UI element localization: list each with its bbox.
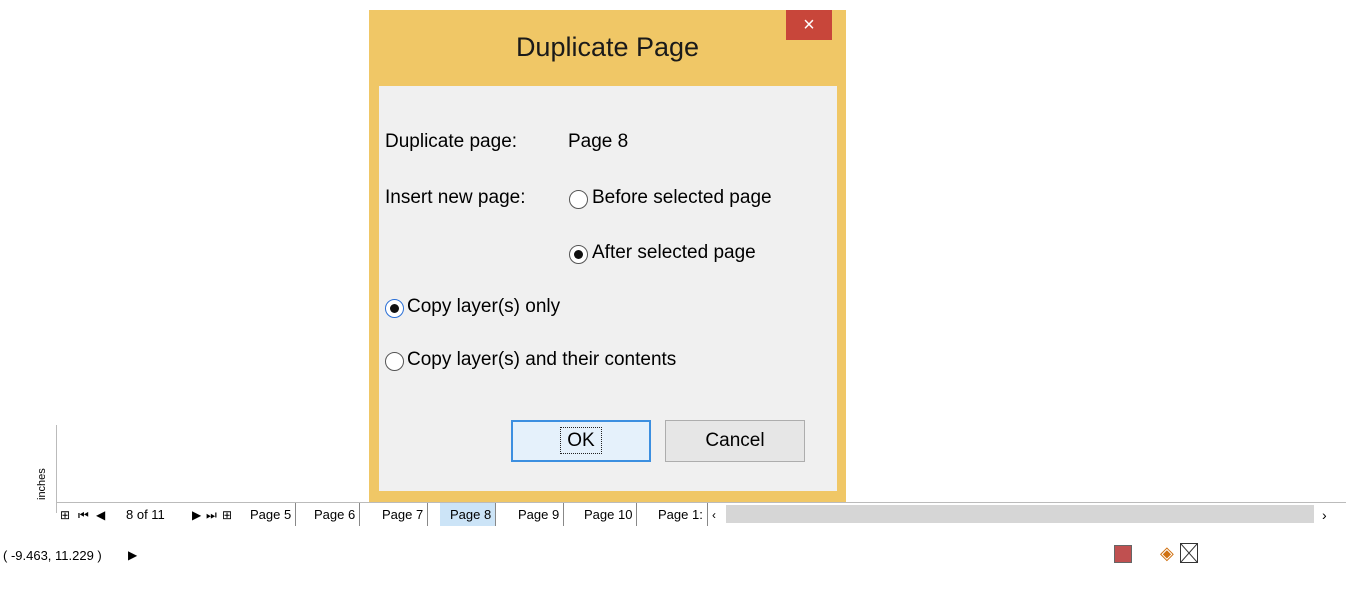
next-page-icon[interactable]: ▶ (192, 508, 201, 522)
color-proof-icon[interactable] (1114, 545, 1132, 563)
add-page-icon[interactable]: ⊞ (60, 508, 70, 522)
close-button[interactable]: × (786, 10, 832, 40)
radio-after-label[interactable]: After selected page (592, 242, 756, 264)
insert-new-page-label: Insert new page: (385, 187, 526, 208)
duplicate-page-label: Duplicate page: (385, 131, 518, 152)
status-expand-icon[interactable]: ▶ (128, 548, 137, 562)
radio-circle[interactable] (385, 352, 404, 371)
tab-page-5[interactable]: Page 5 (240, 503, 297, 526)
first-page-icon[interactable]: ⏮ (78, 508, 89, 522)
radio-copy-layers-only-label[interactable]: Copy layer(s) only (407, 296, 560, 318)
radio-circle[interactable] (569, 190, 588, 209)
cancel-button-label: Cancel (705, 430, 765, 451)
ok-button-label: OK (560, 427, 602, 454)
fill-icon[interactable]: ◈ (1160, 543, 1174, 564)
close-icon: × (803, 14, 815, 36)
prev-page-icon[interactable]: ◀ (96, 508, 105, 522)
tab-page-9[interactable]: Page 9 (508, 503, 565, 526)
radio-copy-layers-contents-label[interactable]: Copy layer(s) and their contents (407, 349, 676, 371)
radio-circle[interactable] (385, 299, 404, 318)
no-fill-icon[interactable] (1180, 543, 1198, 563)
last-page-icon[interactable]: ⏭ (206, 508, 217, 522)
scroll-right-icon[interactable]: › (1322, 507, 1327, 523)
radio-before-label[interactable]: Before selected page (592, 187, 772, 209)
radio-circle[interactable] (569, 245, 588, 264)
duplicate-page-dialog: Duplicate Page × Duplicate page: Page 8 … (369, 10, 846, 502)
dialog-title: Duplicate Page (515, 32, 700, 62)
tab-page-11[interactable]: Page 1: (648, 503, 708, 526)
ok-button[interactable]: OK (511, 420, 651, 462)
tab-page-8[interactable]: Page 8 (440, 503, 497, 526)
cancel-button[interactable]: Cancel (665, 420, 805, 462)
no-fill-cross (1180, 543, 1198, 563)
duplicate-page-value: Page 8 (568, 131, 629, 152)
ruler-units: inches (36, 468, 48, 500)
dialog-body: Duplicate page: Page 8 Insert new page: … (379, 86, 837, 491)
add-page-after-icon[interactable]: ⊞ (222, 508, 232, 522)
scroll-left-icon[interactable]: ‹ (712, 508, 716, 522)
cursor-coordinates: ( -9.463, 11.229 ) (3, 548, 102, 563)
tab-page-10[interactable]: Page 10 (574, 503, 638, 526)
tab-page-6[interactable]: Page 6 (304, 503, 361, 526)
horizontal-scrollbar[interactable] (726, 505, 1314, 523)
tab-page-7[interactable]: Page 7 (372, 503, 429, 526)
page-counter: 8 of 11 (126, 507, 165, 522)
